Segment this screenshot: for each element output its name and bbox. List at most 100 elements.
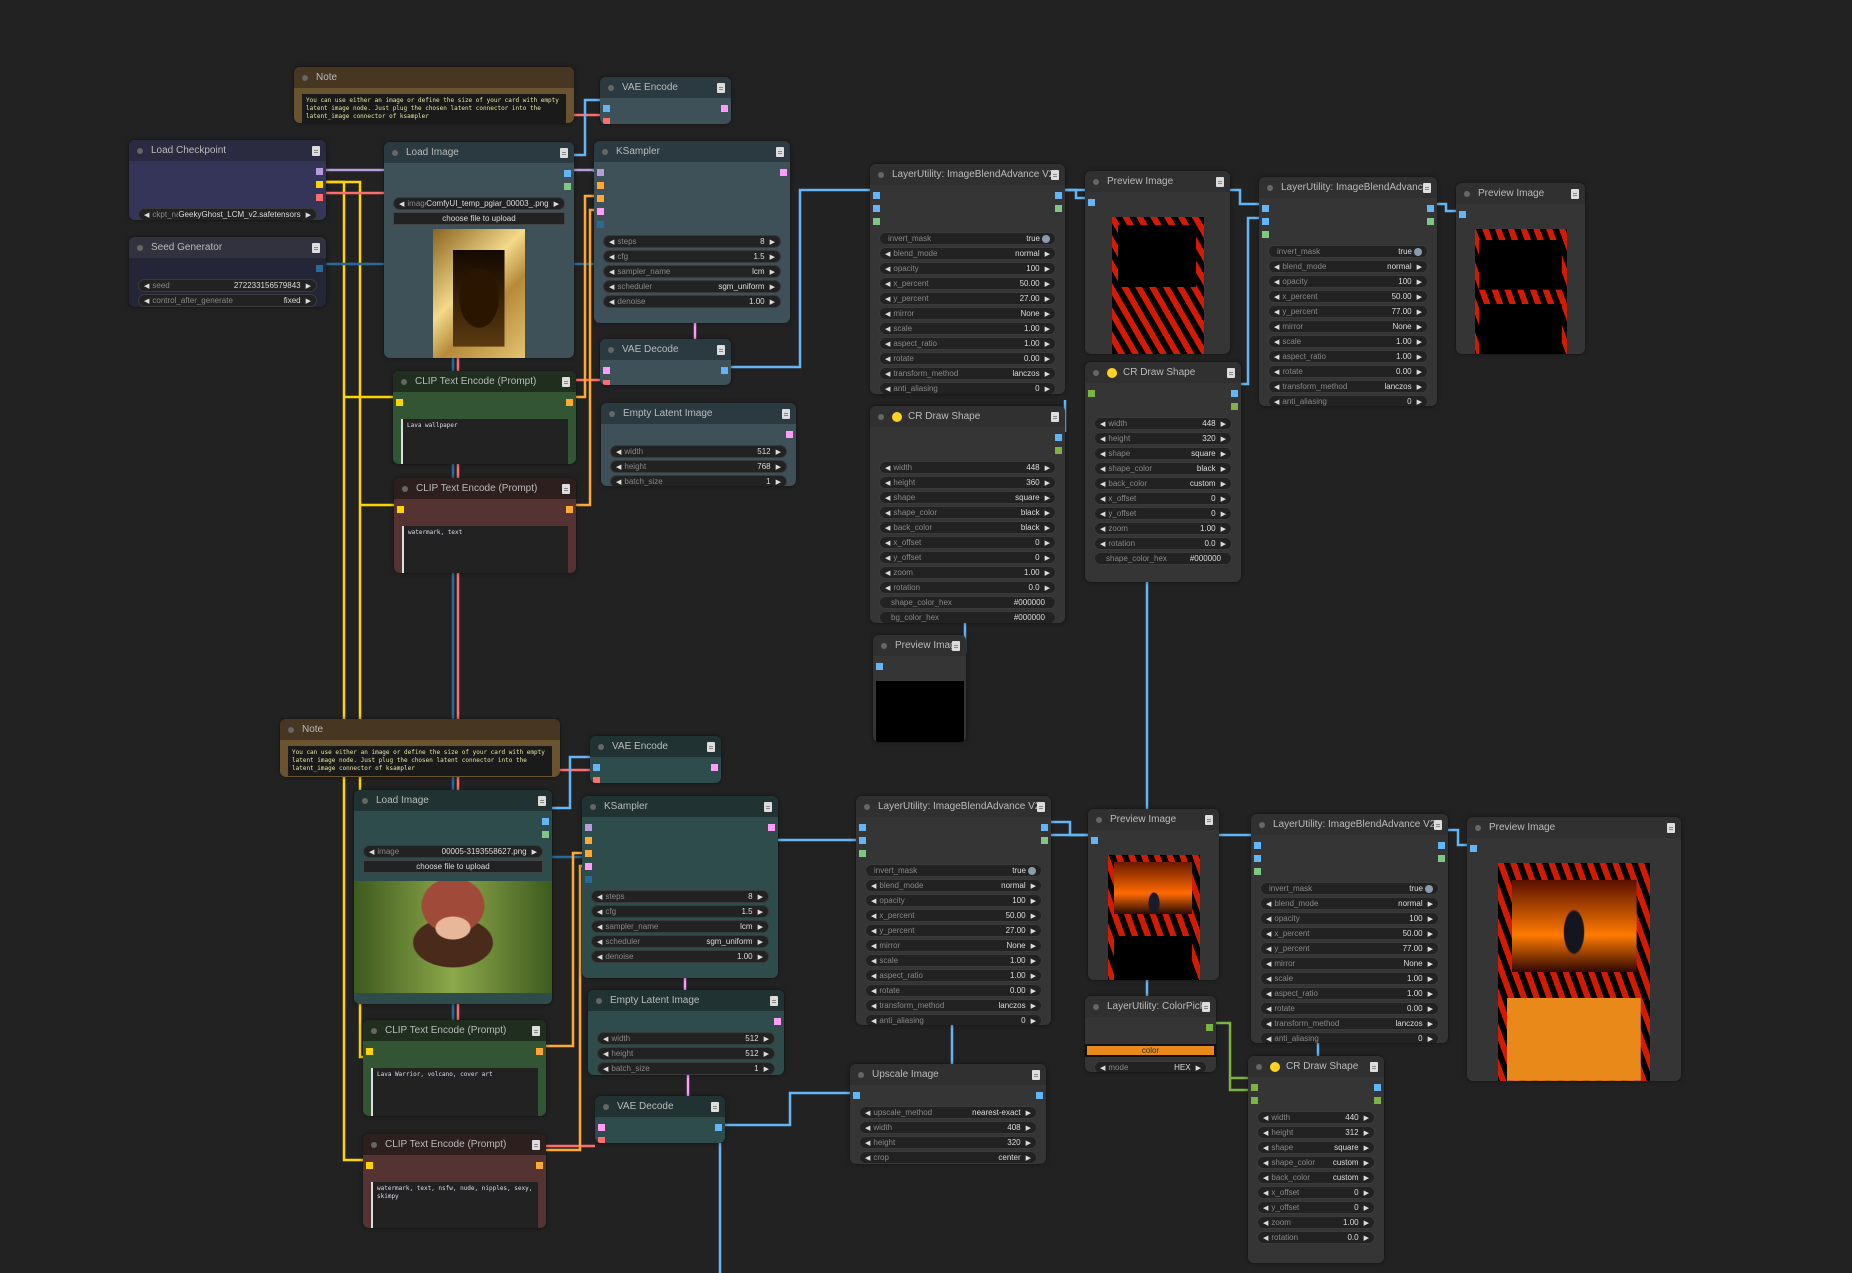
arrow-left-icon[interactable]: ◀ (871, 897, 876, 905)
widget-x-offset[interactable]: ◀ x_offset 0 ▶ (1094, 492, 1232, 505)
collapse-dot-icon[interactable] (1464, 190, 1470, 197)
input-slot[interactable] (597, 195, 604, 202)
output-slot[interactable] (1041, 837, 1048, 844)
node-title-bar[interactable]: Preview Image (1088, 809, 1219, 830)
arrow-left-icon[interactable]: ◀ (616, 463, 621, 471)
arrow-left-icon[interactable]: ◀ (144, 297, 149, 305)
arrow-left-icon[interactable]: ◀ (616, 448, 621, 456)
document-icon[interactable] (1032, 1069, 1040, 1080)
widget-invert-mask[interactable]: invert_mask true (865, 864, 1042, 877)
text-input[interactable]: You can use either an image or define th… (288, 746, 552, 776)
widget-image[interactable]: ◀ image 00005-3193558627.png ▶ (363, 845, 543, 858)
output-slot[interactable] (316, 181, 323, 188)
widget-x-percent[interactable]: ◀ x_percent 50.00 ▶ (865, 909, 1042, 922)
node-prev2[interactable]: Preview Image (1456, 183, 1585, 354)
arrow-left-icon[interactable]: ◀ (603, 1050, 608, 1058)
widget-anti-aliasing[interactable]: ◀ anti_aliasing 0 ▶ (865, 1014, 1042, 1025)
document-icon[interactable] (711, 1101, 719, 1112)
arrow-left-icon[interactable]: ◀ (1263, 1144, 1268, 1152)
input-slot[interactable] (859, 824, 866, 831)
arrow-left-icon[interactable]: ◀ (885, 479, 890, 487)
node-blend3[interactable]: LayerUtility: ImageBlendAdvance V2 invert… (856, 796, 1051, 1025)
input-slot[interactable] (366, 1162, 373, 1169)
output-slot[interactable] (1374, 1097, 1381, 1104)
arrow-left-icon[interactable]: ◀ (603, 1065, 608, 1073)
arrow-right-icon[interactable]: ▶ (1045, 355, 1050, 363)
collapse-dot-icon[interactable] (1093, 178, 1099, 185)
arrow-right-icon[interactable]: ▶ (770, 298, 775, 306)
collapse-dot-icon[interactable] (1096, 816, 1102, 823)
collapse-dot-icon[interactable] (137, 147, 143, 154)
widget-anti-aliasing[interactable]: ◀ anti_aliasing 0 ▶ (1260, 1032, 1439, 1043)
document-icon[interactable] (1037, 801, 1045, 812)
input-slot[interactable] (873, 192, 880, 199)
widget-y-percent[interactable]: ◀ y_percent 27.00 ▶ (865, 924, 1042, 937)
arrow-right-icon[interactable]: ▶ (1417, 383, 1422, 391)
arrow-right-icon[interactable]: ▶ (1428, 1035, 1433, 1043)
output-slot[interactable] (1231, 403, 1238, 410)
widget-aspect-ratio[interactable]: ◀ aspect_ratio 1.00 ▶ (1260, 987, 1439, 1000)
arrow-left-icon[interactable]: ◀ (885, 355, 890, 363)
arrow-left-icon[interactable]: ◀ (885, 524, 890, 532)
arrow-left-icon[interactable]: ◀ (597, 923, 602, 931)
text-input[interactable]: Lava wallpaper (401, 419, 568, 464)
output-slot[interactable] (1206, 1024, 1213, 1031)
arrow-left-icon[interactable]: ◀ (885, 265, 890, 273)
arrow-right-icon[interactable]: ▶ (1031, 1002, 1036, 1010)
output-slot[interactable] (774, 1018, 781, 1025)
input-slot[interactable] (603, 367, 610, 374)
widget-invert-mask[interactable]: invert_mask true (1268, 245, 1428, 258)
widget-y-percent[interactable]: ◀ y_percent 77.00 ▶ (1268, 305, 1428, 318)
widget-control-after-generate[interactable]: ◀ control_after_generate fixed ▶ (138, 294, 317, 307)
arrow-left-icon[interactable]: ◀ (609, 253, 614, 261)
widget-back-color[interactable]: ◀ back_color custom ▶ (1257, 1171, 1375, 1184)
widget-aspect-ratio[interactable]: ◀ aspect_ratio 1.00 ▶ (865, 969, 1042, 982)
arrow-left-icon[interactable]: ◀ (616, 478, 621, 486)
toggle-knob-icon[interactable] (1042, 234, 1050, 243)
arrow-left-icon[interactable]: ◀ (865, 1124, 870, 1132)
arrow-left-icon[interactable]: ◀ (1266, 945, 1271, 953)
arrow-right-icon[interactable]: ▶ (1364, 1219, 1369, 1227)
input-slot[interactable] (585, 863, 592, 870)
node-title-bar[interactable]: Preview Image (873, 635, 966, 656)
arrow-left-icon[interactable]: ◀ (1274, 278, 1279, 286)
node-prev1[interactable]: Preview Image (1085, 171, 1230, 354)
arrow-left-icon[interactable]: ◀ (1266, 960, 1271, 968)
document-icon[interactable] (717, 82, 725, 93)
input-slot[interactable] (859, 850, 866, 857)
document-icon[interactable] (312, 242, 320, 253)
arrow-right-icon[interactable]: ▶ (306, 297, 311, 305)
arrow-left-icon[interactable]: ◀ (871, 882, 876, 890)
collapse-dot-icon[interactable] (1093, 1003, 1099, 1010)
widget-y-percent[interactable]: ◀ y_percent 27.00 ▶ (879, 292, 1056, 305)
collapse-dot-icon[interactable] (401, 378, 407, 385)
arrow-right-icon[interactable]: ▶ (1031, 942, 1036, 950)
node-title-bar[interactable]: VAE Decode (595, 1096, 725, 1117)
arrow-right-icon[interactable]: ▶ (1045, 524, 1050, 532)
input-slot[interactable] (585, 850, 592, 857)
arrow-left-icon[interactable]: ◀ (885, 584, 890, 592)
collapse-dot-icon[interactable] (881, 642, 887, 649)
widget-back-color[interactable]: ◀ back_color custom ▶ (1094, 477, 1232, 490)
arrow-left-icon[interactable]: ◀ (1274, 293, 1279, 301)
widget-zoom[interactable]: ◀ zoom 1.00 ▶ (1257, 1216, 1375, 1229)
input-slot[interactable] (1091, 837, 1098, 844)
arrow-right-icon[interactable]: ▶ (1428, 1005, 1433, 1013)
collapse-dot-icon[interactable] (371, 1141, 377, 1148)
output-slot[interactable] (566, 399, 573, 406)
toggle-knob-icon[interactable] (1028, 866, 1036, 875)
widget-bg-color-hex[interactable]: bg_color_hex #000000 (879, 611, 1056, 623)
node-blend1[interactable]: LayerUtility: ImageBlendAdvance V2 invert… (870, 164, 1065, 394)
arrow-right-icon[interactable]: ▶ (764, 1065, 769, 1073)
document-icon[interactable] (538, 795, 546, 806)
arrow-left-icon[interactable]: ◀ (885, 494, 890, 502)
input-slot[interactable] (585, 824, 592, 831)
collapse-dot-icon[interactable] (590, 803, 596, 810)
widget-batch-size[interactable]: ◀ batch_size 1 ▶ (597, 1062, 775, 1075)
node-vaedec2[interactable]: VAE Decode (595, 1096, 725, 1143)
input-slot[interactable] (876, 663, 883, 670)
arrow-right-icon[interactable]: ▶ (306, 211, 311, 219)
collapse-dot-icon[interactable] (1475, 824, 1481, 831)
arrow-right-icon[interactable]: ▶ (1417, 398, 1422, 406)
widget-y-percent[interactable]: ◀ y_percent 77.00 ▶ (1260, 942, 1439, 955)
